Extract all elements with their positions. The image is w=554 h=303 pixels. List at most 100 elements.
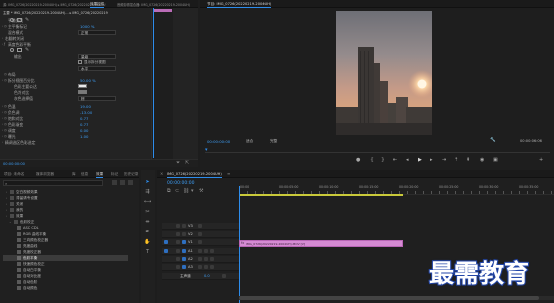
filter-icon[interactable]: ⏷ (176, 160, 180, 166)
blend-mode-dropdown[interactable]: 正常 (78, 29, 116, 35)
ellipse-mask-icon[interactable] (10, 47, 14, 52)
go-to-in-icon[interactable]: ⇤ (393, 157, 397, 163)
export-icon[interactable]: ⇱ (185, 160, 189, 166)
32bit-effects-icon[interactable] (120, 180, 125, 185)
comparison-view-icon[interactable]: ▣ (493, 157, 498, 163)
list-item[interactable]: 自动颜色 (3, 285, 128, 291)
mic-icon[interactable] (210, 249, 214, 253)
tab-media-browser[interactable]: 媒体浏览器 (36, 172, 54, 177)
selection-tool-icon[interactable]: ➤ (144, 179, 151, 186)
toggle-output-icon[interactable] (182, 224, 186, 228)
eye-icon[interactable] (198, 232, 202, 236)
hand-tool-icon[interactable]: ✋ (144, 239, 151, 246)
accelerated-effects-icon[interactable] (112, 180, 117, 185)
eye-icon[interactable] (198, 224, 202, 228)
effect-controls-timecode[interactable]: 00:00:00:00 (3, 162, 25, 166)
go-to-out-icon[interactable]: ⇥ (442, 157, 446, 163)
sync-lock-icon[interactable] (176, 249, 180, 253)
stopwatch-icon[interactable]: ◷ (4, 78, 7, 82)
source-patch-a1[interactable] (164, 249, 168, 253)
expand-arrow-icon[interactable]: › (6, 190, 7, 194)
slip-tool-icon[interactable]: ⇹ (144, 219, 151, 226)
track-select-tool-icon[interactable]: ⇶ (144, 189, 151, 196)
layout-dropdown[interactable]: 水平 (78, 65, 116, 71)
mark-out-icon[interactable]: ⦄ (381, 157, 385, 163)
stopwatch-icon[interactable]: ◷ (4, 116, 7, 120)
tab-libraries[interactable]: 库 (72, 172, 76, 177)
pen-icon[interactable]: ✎ (25, 47, 29, 53)
master-volume-value[interactable]: 0.0 (204, 274, 210, 278)
stopwatch-icon[interactable]: ◷ (4, 122, 7, 126)
snap-icon[interactable]: ⊂ (175, 188, 179, 194)
mute-icon[interactable] (198, 257, 202, 261)
panel-menu-icon[interactable]: ≡ (227, 171, 230, 176)
pen-icon[interactable]: ✎ (25, 17, 29, 23)
stopwatch-icon[interactable]: ◷ (4, 134, 7, 138)
tab-history[interactable]: 历史记录 (124, 172, 138, 177)
timeline-clip[interactable]: fx IMG_0726(20220219-2004UH).MOV [V] (239, 240, 403, 247)
add-button-icon[interactable]: + (539, 157, 543, 163)
tab-sequence[interactable]: IMG_0726(20220219-2004UH) (167, 172, 222, 178)
track-header-a3[interactable]: A3 (162, 264, 239, 271)
split-view-checkbox[interactable] (78, 60, 82, 64)
tab-audio-mixer[interactable]: 音频剪辑混合器: IMG_0726(20220219-2004UH) (117, 2, 190, 7)
collapse-triangle-icon[interactable]: › (2, 36, 3, 40)
toggle-output-icon[interactable] (182, 232, 186, 236)
stopwatch-icon[interactable]: ◷ (4, 24, 7, 28)
step-forward-icon[interactable]: ▸ (430, 157, 433, 163)
ec-row[interactable]: › 精调选区色彩选定 (0, 139, 170, 145)
razor-tool-icon[interactable]: ✂ (144, 209, 151, 216)
sync-lock-icon[interactable] (176, 257, 180, 261)
yuv-effects-icon[interactable] (128, 180, 133, 185)
solo-icon[interactable] (204, 249, 208, 253)
collapse-triangle-icon[interactable]: › (2, 140, 3, 144)
track-target-icon[interactable] (182, 265, 186, 269)
playhead-line[interactable] (153, 8, 154, 158)
tab-project[interactable]: 项目: 未命名 (4, 172, 24, 177)
collapse-arrow-icon[interactable]: ⌄ (9, 220, 12, 224)
mute-icon[interactable] (198, 249, 202, 253)
expand-arrow-icon[interactable]: › (6, 214, 7, 218)
ellipse-mask-icon[interactable] (10, 17, 14, 22)
rect-mask-icon[interactable] (17, 47, 22, 52)
export-frame-icon[interactable]: ◉ (480, 157, 484, 163)
track-header-master[interactable]: 主声道 0.0 (162, 273, 239, 280)
mic-icon[interactable] (210, 265, 214, 269)
work-area-bar[interactable] (239, 194, 403, 196)
tab-info[interactable]: 信息 (81, 172, 88, 177)
step-back-icon[interactable]: ◂ (406, 157, 409, 163)
stopwatch-icon[interactable]: ◷ (4, 72, 7, 76)
gray-select-dropdown[interactable]: 棕 (78, 95, 116, 101)
track-target-icon[interactable] (182, 257, 186, 261)
mic-icon[interactable] (210, 257, 214, 261)
close-tab-icon[interactable]: × (160, 171, 163, 176)
play-icon[interactable]: ▶ (418, 157, 422, 163)
stopwatch-icon[interactable]: ◷ (4, 104, 7, 108)
tab-effects[interactable]: 效果 (96, 172, 104, 178)
track-header-a1[interactable]: A1 (162, 248, 239, 255)
sync-lock-icon[interactable] (176, 265, 180, 269)
track-header-v3[interactable]: V3 (162, 223, 239, 230)
fx-icon[interactable]: ƒ (4, 42, 5, 46)
scroll-thumb[interactable] (239, 296, 539, 300)
eye-icon[interactable] (198, 240, 202, 244)
toggle-output-icon[interactable] (182, 240, 186, 244)
solo-icon[interactable] (204, 265, 208, 269)
sync-lock-icon[interactable] (176, 224, 180, 228)
keyframe-area[interactable] (151, 8, 173, 167)
solo-icon[interactable] (204, 257, 208, 261)
go-to-end-icon[interactable] (222, 274, 226, 278)
expand-arrow-icon[interactable]: › (6, 196, 7, 200)
sync-lock-icon[interactable] (176, 232, 180, 236)
stopwatch-icon[interactable]: ◷ (4, 128, 7, 132)
expand-arrow-icon[interactable]: › (6, 208, 7, 212)
rect-mask-icon[interactable] (17, 17, 22, 22)
effects-search[interactable]: ⌕ (3, 180, 103, 186)
tab-markers[interactable]: 标记 (111, 172, 118, 177)
mute-icon[interactable] (198, 265, 202, 269)
marker-icon[interactable]: ● (356, 157, 360, 163)
ec-row[interactable]: 灰色选择值 棕 (0, 95, 170, 101)
track-header-v1[interactable]: V1 (162, 239, 239, 246)
track-header-a2[interactable]: A2 (162, 256, 239, 263)
settings-wrench-icon[interactable]: ⚒ (199, 188, 203, 194)
